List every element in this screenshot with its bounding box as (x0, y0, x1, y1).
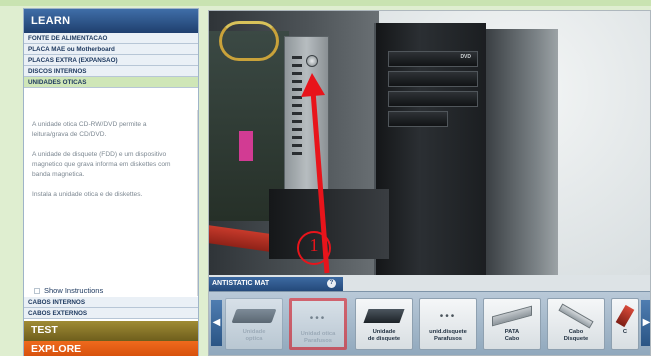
tray-item-unidade-optica[interactable]: Unidade optica (225, 298, 283, 350)
show-instructions-checkbox[interactable] (34, 288, 40, 295)
tray-item-label: PATA (504, 329, 520, 335)
test-section-button[interactable]: TEST (24, 321, 198, 341)
help-icon[interactable]: ? (327, 279, 336, 288)
tray-item-pata-cabo[interactable]: PATA Cabo (483, 298, 541, 350)
arrow-head (301, 73, 325, 97)
tray-item-cabo-disquete[interactable]: Cabo Disquete (547, 298, 605, 350)
description-panel: A unidade otica CD-RW/DVD permite a leit… (24, 110, 198, 296)
parts-tray: ◀ Unidade optica ••• Unidad otica Parafu… (209, 291, 650, 355)
cable-icon (612, 303, 638, 329)
tray-item-sublabel: Parafusos (433, 336, 463, 342)
menu-item-fonte[interactable]: FONTE DE ALIMENTACAO (24, 33, 198, 44)
pc-assembly-scene: DVD 1 (209, 11, 650, 275)
tray-item-unidade-de-disquete[interactable]: Unidade de disquete (355, 298, 413, 350)
description-paragraph: A unidade otica CD-RW/DVD permite a leit… (32, 121, 147, 138)
tray-item-sublabel: Disquete (563, 336, 589, 342)
learn-menu-bottom: CABOS INTERNOS CABOS EXTERNOS (24, 297, 198, 319)
menu-item-cabos-internos[interactable]: CABOS INTERNOS (24, 297, 198, 308)
tray-item-label: Unidade (372, 329, 396, 335)
show-instructions-label: Show Instructions (44, 286, 104, 295)
left-panel: LEARN FONTE DE ALIMENTACAO PLACA MAE ou … (23, 8, 199, 356)
screws-icon: ••• (309, 312, 327, 324)
tray-item-partial[interactable]: C (611, 298, 639, 350)
tray-item-sublabel: de disquete (367, 336, 401, 342)
step-marker-number: 1 (309, 235, 319, 255)
menu-item-placa-mae[interactable]: PLACA MAE ou Motherboard (24, 44, 198, 55)
tray-item-label: Cabo (568, 329, 584, 335)
explore-section-button[interactable]: EXPLORE (24, 341, 198, 356)
main-viewport: DVD 1 ANTISTATIC MAT ? ◀ Unidade optica … (208, 10, 651, 356)
optical-drive-icon (226, 303, 282, 329)
menu-item-cabos-externos[interactable]: CABOS EXTERNOS (24, 308, 198, 319)
tray-item-sublabel: optica (245, 336, 263, 342)
tray-scroll-left-button[interactable]: ◀ (211, 300, 222, 346)
top-bar (0, 0, 651, 6)
tray-item-unid-disquete-parafusos[interactable]: ••• unid.disquete Parafusos (419, 298, 477, 350)
menu-item-discos-internos[interactable]: DISCOS INTERNOS (24, 66, 198, 77)
show-instructions-toggle[interactable]: Show Instructions (24, 285, 198, 297)
floppy-cable-icon (548, 303, 604, 329)
learn-header[interactable]: LEARN (24, 9, 198, 33)
screws-icon: ••• (439, 310, 457, 322)
tray-item-label: Unidad otica (300, 331, 336, 337)
antistatic-mat-label: ANTISTATIC MAT (209, 277, 343, 291)
tray-item-label: Unidade (242, 329, 266, 335)
learn-menu: FONTE DE ALIMENTACAO PLACA MAE ou Mother… (24, 33, 198, 88)
tray-item-sublabel: Parafusos (303, 338, 333, 344)
tray-item-label: unid.disquete (429, 329, 467, 335)
menu-item-placas-extra[interactable]: PLACAS EXTRA (EXPANSAO) (24, 55, 198, 66)
tray-item-unidad-otica-parafusos[interactable]: ••• Unidad otica Parafusos (289, 298, 347, 350)
tray-scroll-right-button[interactable]: ▶ (641, 300, 650, 346)
pata-cable-icon (484, 303, 540, 329)
tray-item-label: C (622, 329, 628, 335)
instruction-arrow (301, 73, 330, 274)
floppy-drive-icon (356, 303, 412, 329)
tray-item-sublabel: Cabo (504, 336, 520, 342)
menu-item-unidades-oticas[interactable]: UNIDADES OTICAS (24, 77, 198, 88)
description-paragraph: A unidade de disquete (FDD) e um disposi… (32, 151, 171, 178)
description-paragraph: Instala a unidade otica e de diskettes. (32, 191, 143, 198)
